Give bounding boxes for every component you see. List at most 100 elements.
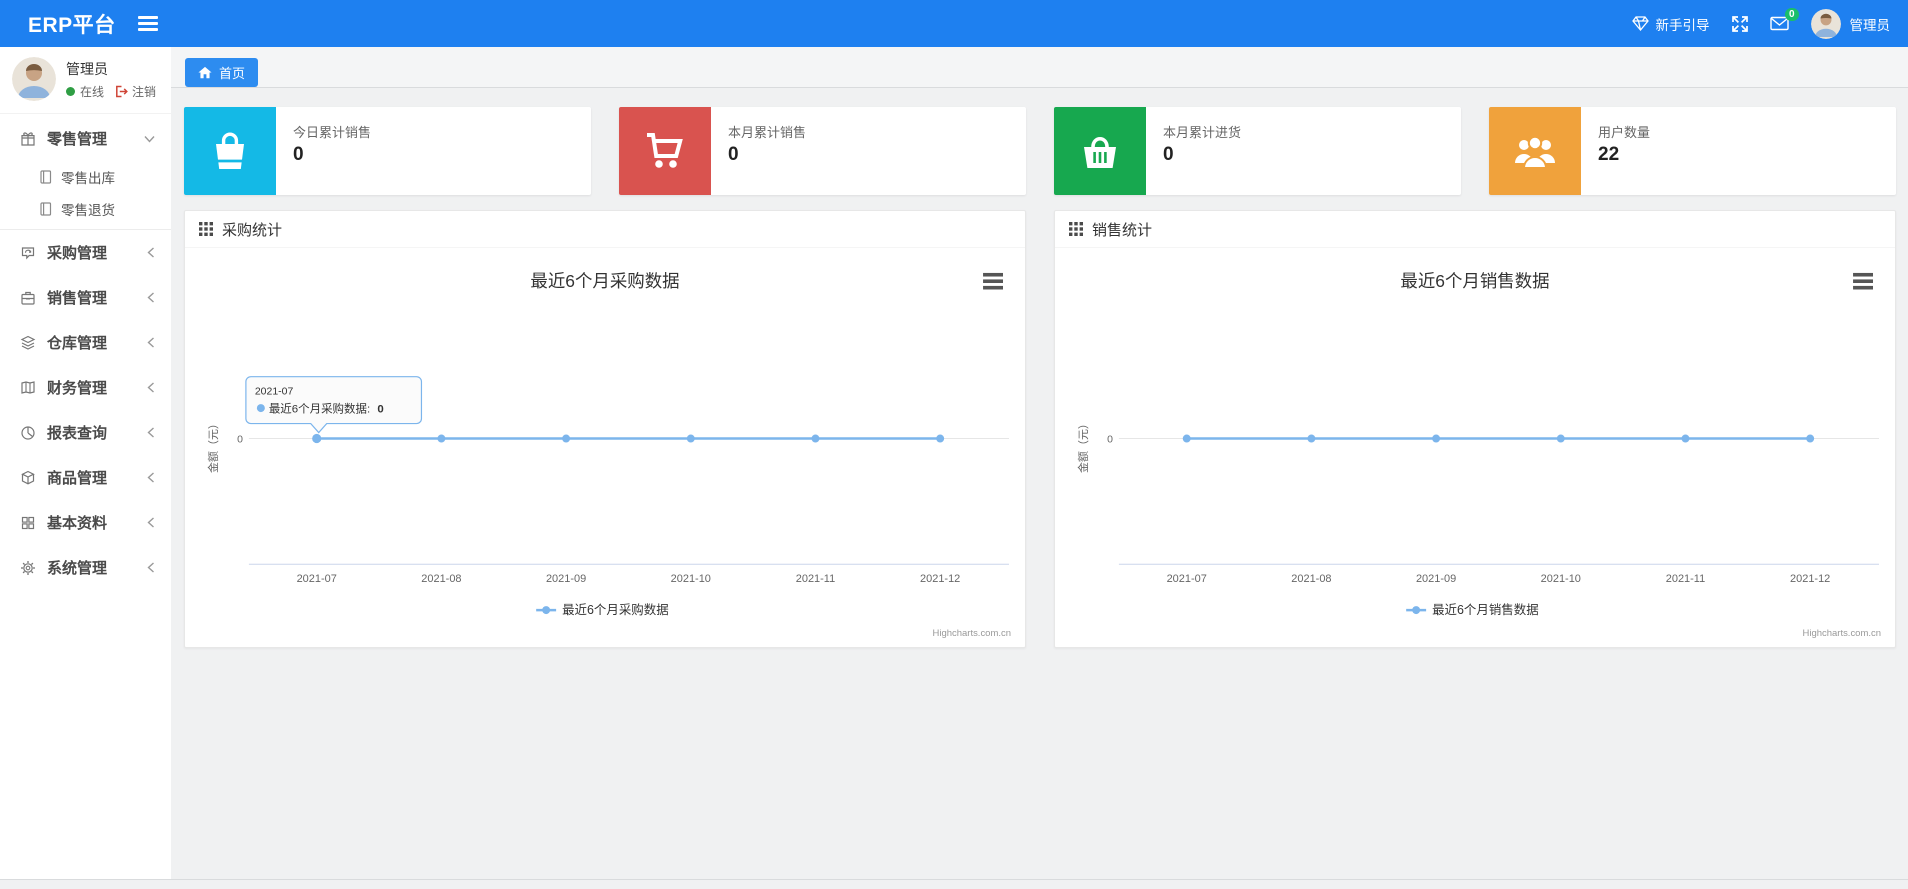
user-status-row: 在线 注销 — [66, 83, 156, 100]
card-value: 22 — [1598, 144, 1620, 165]
avatar — [1810, 8, 1841, 39]
basket-icon — [1054, 107, 1146, 195]
sidebar-item-system[interactable]: 系统管理 — [0, 545, 171, 590]
loop-box-icon — [20, 245, 36, 261]
briefcase-icon — [20, 290, 36, 306]
users-icon — [1489, 107, 1581, 195]
sidebar-item-label: 销售管理 — [47, 290, 108, 307]
chevron-left-icon — [147, 292, 155, 303]
notebook-icon — [39, 202, 52, 216]
svg-text:最近6个月销售数据: 最近6个月销售数据 — [1432, 602, 1539, 617]
footer-divider — [0, 879, 1908, 889]
sidebar-item-purchase[interactable]: 采购管理 — [0, 230, 171, 275]
sidebar-item-products[interactable]: 商品管理 — [0, 455, 171, 500]
sidebar-item-label: 仓库管理 — [47, 335, 108, 352]
card-label: 用户数量 — [1598, 125, 1651, 140]
pie-chart-icon — [20, 425, 36, 441]
online-status-label: 在线 — [80, 85, 105, 99]
svg-text:2021-12: 2021-12 — [920, 573, 960, 585]
messages-button[interactable]: 0 — [1769, 8, 1799, 31]
sidebar-username: 管理员 — [66, 61, 108, 77]
hamburger-icon — [137, 16, 158, 31]
panel-header: 销售统计 — [1055, 211, 1895, 248]
fullscreen-icon — [1731, 15, 1748, 32]
panel-title: 采购统计 — [222, 221, 283, 239]
sidebar-item-label: 零售管理 — [47, 131, 108, 148]
sidebar-item-basic-data[interactable]: 基本资料 — [0, 500, 171, 545]
svg-text:2021-11: 2021-11 — [1666, 573, 1705, 585]
top-navbar: ERP平台 新手引导 0 管理员 — [0, 0, 1908, 47]
app-logo: ERP平台 — [28, 13, 116, 37]
card-body: 本月累计进货 0 — [1146, 107, 1241, 195]
grid-icon — [20, 515, 36, 531]
sidebar-user-block: 管理员 在线 注销 — [0, 47, 171, 114]
sidebar-item-warehouse[interactable]: 仓库管理 — [0, 320, 171, 365]
gem-icon — [1631, 16, 1649, 31]
panel-purchase-stats: 采购统计 最近6个月采购数据 金额（元） 0 2021-07 2021-08 2… — [184, 210, 1026, 648]
guide-button[interactable]: 新手引导 — [1631, 14, 1710, 34]
sidebar-item-label: 采购管理 — [47, 245, 108, 262]
chart-context-menu-button[interactable] — [980, 269, 1006, 294]
sidebar: 管理员 在线 注销 零售管理 零售出库 零售退货 采购管理 销售管理 仓库管理 … — [0, 47, 171, 879]
svg-text:2021-09: 2021-09 — [1416, 573, 1456, 585]
chevron-down-icon — [144, 135, 155, 143]
svg-text:2021-10: 2021-10 — [671, 573, 711, 585]
y-axis-label: 金额（元） — [206, 418, 220, 473]
card-value: 0 — [1163, 144, 1174, 165]
panel-header: 采购统计 — [185, 211, 1025, 248]
chevron-left-icon — [147, 427, 155, 438]
fullscreen-button[interactable] — [1731, 15, 1748, 32]
panel-sales-stats: 销售统计 最近6个月销售数据 金额（元） 0 2021-07 2021-08 2… — [1054, 210, 1896, 648]
svg-text:最近6个月采购数据: 最近6个月采购数据 — [562, 602, 669, 617]
gear-icon — [20, 560, 36, 576]
stat-cards: 今日累计销售 0 本月累计销售 0 本月累计进货 0 用户数量 22 — [171, 88, 1908, 195]
card-month-sales: 本月累计销售 0 — [619, 107, 1026, 195]
svg-text:2021-10: 2021-10 — [1541, 573, 1581, 585]
panel-title: 销售统计 — [1092, 221, 1153, 239]
sidebar-item-finance[interactable]: 财务管理 — [0, 365, 171, 410]
legend-item[interactable]: 最近6个月销售数据 — [1406, 602, 1539, 617]
legend-item[interactable]: 最近6个月采购数据 — [536, 602, 669, 617]
chart-tooltip: 2021-07 最近6个月采购数据: 0 — [245, 376, 423, 434]
svg-text:最近6个月采购数据: 0: 最近6个月采购数据: 0 — [269, 402, 384, 416]
sidebar-item-retail-outbound[interactable]: 零售出库 — [0, 161, 171, 193]
tooltip-value: 0 — [377, 404, 383, 416]
chart-title: 最近6个月采购数据 — [530, 271, 679, 291]
user-menu[interactable]: 管理员 — [1810, 8, 1891, 39]
sidebar-toggle-button[interactable] — [137, 16, 158, 31]
chevron-left-icon — [147, 472, 155, 483]
guide-label: 新手引导 — [1655, 17, 1710, 33]
card-body: 本月累计销售 0 — [711, 107, 806, 195]
card-value: 0 — [293, 144, 304, 165]
svg-text:2021-07: 2021-07 — [297, 573, 337, 585]
chart-context-menu-button[interactable] — [1850, 269, 1876, 294]
card-label: 本月累计进货 — [1163, 125, 1242, 140]
card-body: 今日累计销售 0 — [276, 107, 371, 195]
sidebar-item-sales[interactable]: 销售管理 — [0, 275, 171, 320]
navbar-actions: 新手引导 0 管理员 — [1631, 8, 1891, 39]
sidebar-item-label: 商品管理 — [47, 470, 108, 487]
home-icon — [198, 66, 212, 79]
sidebar-item-reports[interactable]: 报表查询 — [0, 410, 171, 455]
gift-icon — [20, 131, 36, 147]
cube-icon — [20, 470, 36, 486]
tab-home[interactable]: 首页 — [185, 58, 259, 87]
th-grid-icon — [1069, 222, 1083, 236]
layers-icon — [20, 335, 36, 351]
svg-text:2021-08: 2021-08 — [1291, 573, 1331, 585]
tooltip-header: 2021-07 — [255, 387, 294, 398]
th-grid-icon — [199, 222, 213, 236]
card-month-purchases: 本月累计进货 0 — [1054, 107, 1461, 195]
navbar-username: 管理员 — [1849, 17, 1891, 33]
chart-credits[interactable]: Highcharts.com.cn — [933, 628, 1011, 639]
sidebar-item-retail[interactable]: 零售管理 — [0, 116, 171, 161]
chevron-left-icon — [147, 562, 155, 573]
sign-out-icon — [116, 85, 128, 98]
tab-home-label: 首页 — [219, 66, 246, 81]
shopping-bag-icon — [184, 107, 276, 195]
sales-line-chart: 最近6个月销售数据 金额（元） 0 2021-07 2021-08 2021-0… — [1076, 269, 1881, 639]
sidebar-item-retail-return[interactable]: 零售退货 — [0, 193, 171, 225]
avatar — [12, 57, 56, 101]
logout-button[interactable]: 注销 — [115, 83, 156, 100]
chart-credits[interactable]: Highcharts.com.cn — [1803, 628, 1881, 639]
